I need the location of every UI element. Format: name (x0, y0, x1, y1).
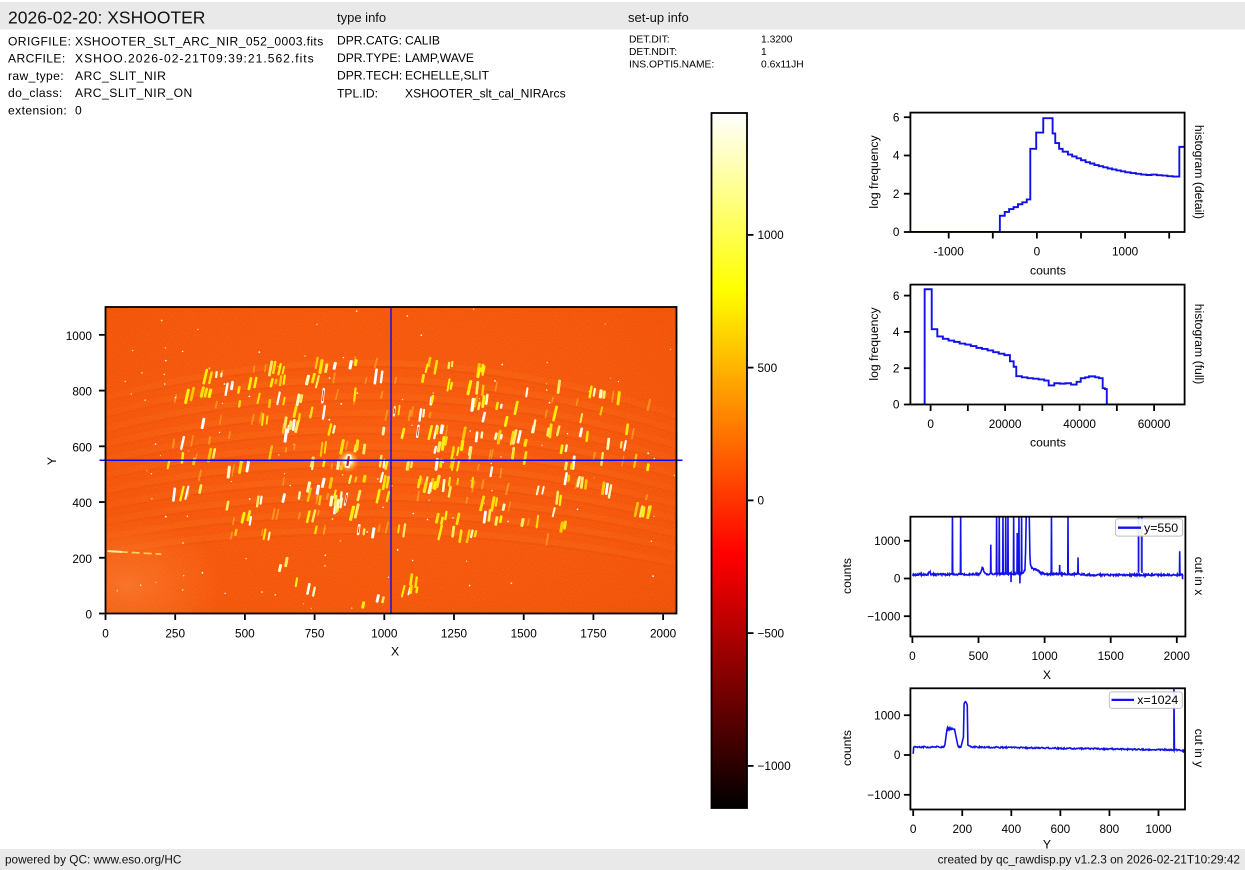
svg-text:0: 0 (894, 748, 901, 762)
svg-text:counts: counts (840, 558, 854, 594)
svg-text:2000: 2000 (1164, 649, 1191, 663)
svg-text:200: 200 (952, 822, 972, 836)
svg-text:ARCFILE:: ARCFILE: (8, 52, 66, 66)
svg-text:20000: 20000 (989, 417, 1022, 431)
svg-text:200: 200 (72, 552, 92, 566)
svg-text:1500: 1500 (511, 626, 538, 640)
svg-text:400: 400 (72, 496, 92, 510)
svg-text:400: 400 (1001, 822, 1021, 836)
svg-text:set-up info: set-up info (628, 10, 689, 25)
svg-text:cut in x: cut in x (1192, 557, 1206, 596)
svg-text:1000: 1000 (371, 626, 398, 640)
svg-text:log frequency: log frequency (867, 307, 881, 381)
svg-text:extension:: extension: (8, 103, 67, 117)
svg-text:40000: 40000 (1063, 417, 1096, 431)
svg-text:counts: counts (1030, 263, 1066, 277)
svg-text:−1000: −1000 (867, 609, 901, 623)
svg-text:Y: Y (1043, 838, 1051, 852)
svg-text:0: 0 (910, 822, 917, 836)
svg-text:powered by QC: www.eso.org/HC: powered by QC: www.eso.org/HC (5, 853, 182, 867)
svg-text:−1000: −1000 (758, 759, 792, 773)
svg-text:DPR.TYPE:: DPR.TYPE: (337, 51, 401, 65)
svg-text:XSHOOTER_SLT_ARC_NIR_052_0003.: XSHOOTER_SLT_ARC_NIR_052_0003.fits (75, 35, 324, 49)
svg-text:0: 0 (758, 494, 765, 508)
svg-text:INS.OPTI5.NAME:: INS.OPTI5.NAME: (629, 59, 714, 70)
svg-text:type info: type info (337, 10, 386, 25)
svg-text:LAMP,WAVE: LAMP,WAVE (405, 51, 474, 65)
svg-text:1000: 1000 (1112, 245, 1139, 259)
svg-text:0: 0 (1034, 245, 1041, 259)
svg-text:2: 2 (893, 187, 900, 201)
svg-text:1000: 1000 (1031, 649, 1058, 663)
svg-text:750: 750 (305, 626, 325, 640)
svg-text:X: X (391, 645, 399, 659)
svg-text:800: 800 (72, 385, 92, 399)
svg-text:2000: 2000 (650, 626, 677, 640)
svg-text:2: 2 (893, 361, 900, 375)
svg-text:1000: 1000 (66, 329, 93, 343)
svg-text:counts: counts (840, 730, 854, 766)
svg-text:600: 600 (72, 440, 92, 454)
svg-text:x=1024: x=1024 (1137, 693, 1178, 707)
svg-text:1500: 1500 (1098, 649, 1125, 663)
svg-text:500: 500 (758, 361, 778, 375)
svg-text:X: X (1043, 668, 1051, 682)
svg-text:1000: 1000 (874, 534, 901, 548)
svg-text:1: 1 (761, 47, 767, 58)
svg-text:ARC_SLIT_NIR: ARC_SLIT_NIR (75, 69, 166, 83)
svg-text:ECHELLE,SLIT: ECHELLE,SLIT (405, 69, 490, 83)
svg-text:XSHOOTER_slt_cal_NIRArcs: XSHOOTER_slt_cal_NIRArcs (405, 86, 566, 100)
svg-text:250: 250 (165, 626, 185, 640)
svg-text:0: 0 (75, 103, 82, 117)
svg-text:cut in y: cut in y (1192, 729, 1206, 769)
svg-text:CALIB: CALIB (405, 34, 440, 48)
svg-text:y=550: y=550 (1144, 521, 1178, 535)
svg-text:0: 0 (893, 398, 900, 412)
svg-text:2026-02-20: XSHOOTER: 2026-02-20: XSHOOTER (8, 8, 205, 28)
svg-text:1750: 1750 (580, 626, 607, 640)
svg-text:do_class:: do_class: (8, 86, 63, 100)
svg-text:−500: −500 (758, 626, 785, 640)
svg-text:1000: 1000 (758, 228, 785, 242)
svg-text:ARC_SLIT_NIR_ON: ARC_SLIT_NIR_ON (75, 86, 193, 100)
svg-text:6: 6 (893, 289, 900, 303)
svg-text:1.3200: 1.3200 (761, 35, 793, 46)
svg-text:counts: counts (1030, 435, 1066, 449)
svg-text:6: 6 (893, 110, 900, 124)
svg-text:-1000: -1000 (934, 245, 965, 259)
svg-text:raw_type:: raw_type: (8, 69, 64, 83)
svg-text:4: 4 (893, 149, 900, 163)
svg-text:1250: 1250 (441, 626, 468, 640)
svg-text:XSHOO.2026-02-21T09:39:21.562.: XSHOO.2026-02-21T09:39:21.562.fits (75, 52, 315, 66)
svg-text:1000: 1000 (1145, 822, 1172, 836)
svg-text:histogram (detail): histogram (detail) (1192, 125, 1206, 219)
svg-text:60000: 60000 (1138, 417, 1171, 431)
svg-text:4: 4 (893, 325, 900, 339)
svg-text:Y: Y (45, 457, 59, 465)
svg-text:1000: 1000 (874, 708, 901, 722)
svg-text:TPL.ID:: TPL.ID: (337, 86, 378, 100)
svg-text:500: 500 (235, 626, 255, 640)
svg-text:0: 0 (85, 608, 92, 622)
svg-text:0: 0 (909, 649, 916, 663)
svg-text:DPR.CATG:: DPR.CATG: (337, 34, 402, 48)
svg-text:log frequency: log frequency (867, 135, 881, 209)
svg-text:500: 500 (969, 649, 989, 663)
svg-text:−1000: −1000 (867, 788, 901, 802)
svg-text:DET.DIT:: DET.DIT: (629, 35, 670, 46)
svg-text:0.6x11JH: 0.6x11JH (761, 59, 804, 70)
svg-text:DPR.TECH:: DPR.TECH: (337, 69, 402, 83)
svg-text:800: 800 (1100, 822, 1120, 836)
svg-text:created by qc_rawdisp.py v1.2.: created by qc_rawdisp.py v1.2.3 on 2026-… (938, 853, 1240, 867)
svg-text:600: 600 (1051, 822, 1071, 836)
svg-text:0: 0 (102, 626, 109, 640)
svg-text:ORIGFILE:: ORIGFILE: (8, 35, 71, 49)
svg-text:DET.NDIT:: DET.NDIT: (629, 47, 677, 58)
svg-text:0: 0 (893, 225, 900, 239)
svg-text:0: 0 (894, 572, 901, 586)
svg-text:0: 0 (927, 417, 934, 431)
svg-text:histogram (full): histogram (full) (1192, 304, 1206, 385)
